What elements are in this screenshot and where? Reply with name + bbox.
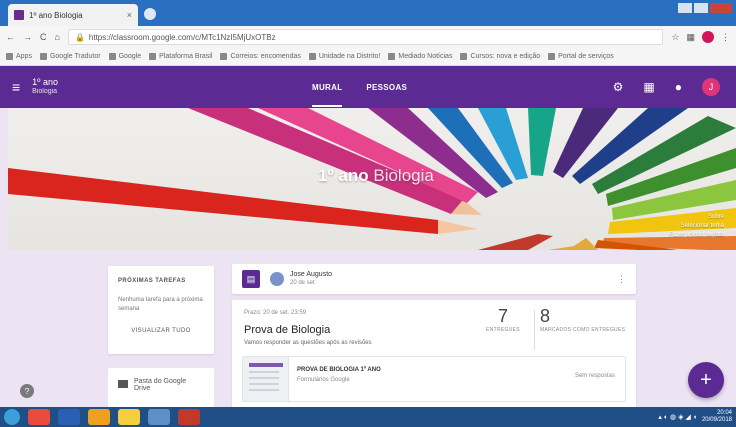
attached-form[interactable]: PROVA DE BIOLOGIA 1º ANO Formulários Goo… (242, 356, 626, 402)
system-tray: ▴ ◐ ◍ ◈ ◢ ◖ 20:04 20/09/2018 (658, 410, 732, 424)
bookmark-item[interactable]: Mediado Notícias (388, 53, 452, 60)
settings-icon[interactable]: ⚙ (613, 80, 624, 94)
menu-kebab-icon[interactable]: ⋮ (721, 32, 730, 43)
minimize-button[interactable] (678, 3, 692, 13)
url-text: https://classroom.google.com/c/MTc1NzI5M… (88, 32, 276, 42)
address-toolbar: ← → C ⌂ 🔒 https://classroom.google.com/c… (0, 26, 736, 48)
window-controls (678, 3, 732, 13)
assignment-description: Vamos responder as questões após as revi… (244, 340, 372, 346)
forward-icon[interactable]: → (23, 32, 32, 42)
assignment-title[interactable]: Prova de Biologia (244, 324, 330, 336)
bookmarks-bar: Apps Google Tradutor Google Plataforma B… (0, 48, 736, 66)
lock-icon: 🔒 (74, 32, 85, 42)
window-close-button[interactable] (710, 3, 732, 13)
user-avatar[interactable]: J (702, 78, 720, 96)
form-status: Sem respostas (574, 373, 615, 379)
bookmark-icon (39, 53, 47, 60)
bookmark-icon (308, 53, 316, 60)
form-thumbnail (243, 357, 289, 401)
classroom-favicon (14, 10, 24, 20)
browser-tabstrip: 1º ano Biologia × (0, 0, 736, 26)
extension-icon[interactable]: ▦ (686, 32, 695, 43)
help-icon[interactable]: ? (20, 384, 34, 398)
drive-folder-card[interactable]: Pasta do Google Drive (108, 368, 214, 408)
header-actions: ⚙ ▦ ● J (613, 78, 720, 96)
turned-in-stat[interactable]: 7 ENTREGUES (478, 306, 528, 333)
folder-taskbar-icon[interactable] (118, 409, 140, 425)
apps-grid-icon[interactable]: ▦ (643, 80, 654, 94)
stats-divider (534, 310, 535, 350)
class-banner: 1º ano Biologia Sobre Selecionar tema Fa… (8, 108, 736, 250)
add-fab-button[interactable]: + (688, 362, 724, 398)
word-taskbar-icon[interactable] (58, 409, 80, 425)
browser-tab[interactable]: 1º ano Biologia × (8, 4, 138, 26)
form-title: PROVA DE BIOLOGIA 1º ANO (297, 367, 381, 373)
star-icon[interactable]: ☆ (671, 32, 679, 43)
assignment-icon: ▤ (242, 270, 260, 288)
drive-folder-label: Pasta do Google Drive (133, 378, 187, 392)
browser-tab-title: 1º ano Biologia (29, 10, 83, 20)
upcoming-tasks-card: PRÓXIMAS TAREFAS Nenhuma tarefa para a p… (108, 266, 214, 354)
bookmark-icon (149, 53, 157, 60)
profile-avatar[interactable] (702, 31, 714, 43)
bookmark-icon (220, 53, 228, 60)
bookmark-icon (460, 53, 468, 60)
folder-icon (118, 380, 128, 388)
network-taskbar-icon[interactable] (148, 409, 170, 425)
assignment-card[interactable]: Prazo: 20 de set. 23:59 Prova de Biologi… (232, 300, 636, 410)
banner-title: 1º ano Biologia (318, 166, 434, 185)
tab-mural[interactable]: MURAL (312, 68, 343, 107)
bookmark-icon (548, 53, 556, 60)
classroom-header: ≡ 1º ano Biologia MURAL PESSOAS ⚙ ▦ ● J (0, 66, 736, 108)
windows-taskbar: ▴ ◐ ◍ ◈ ◢ ◖ 20:04 20/09/2018 (0, 407, 736, 427)
browser-taskbar-icon[interactable] (88, 409, 110, 425)
upload-photo-link[interactable]: Fazer upload de foto (669, 231, 724, 240)
assignment-due: Prazo: 20 de set. 23:59 (244, 310, 307, 316)
stream-post-header: ▤ Jose Augusto 20 de set ⋮ (232, 264, 636, 294)
apps-icon (6, 53, 13, 60)
bookmark-item[interactable]: Unidade na Distrito! (308, 53, 380, 60)
post-options-icon[interactable]: ⋮ (617, 274, 626, 285)
upcoming-heading: PRÓXIMAS TAREFAS (118, 278, 186, 284)
maximize-button[interactable] (694, 3, 708, 13)
tab-pessoas[interactable]: PESSOAS (366, 83, 407, 92)
bookmark-item[interactable]: Cursos: nova e edição (460, 53, 540, 60)
notifications-icon[interactable]: ● (675, 80, 682, 94)
bookmark-item[interactable]: Google Tradutor (39, 53, 101, 60)
clock[interactable]: 20:04 20/09/2018 (702, 410, 732, 424)
class-section: Biologia (32, 88, 58, 95)
new-tab-button[interactable] (144, 8, 156, 20)
reload-icon[interactable]: C (40, 32, 47, 42)
powerpoint-taskbar-icon[interactable] (178, 409, 200, 425)
bookmark-item[interactable]: Portal de serviços (548, 53, 614, 60)
post-author: Jose Augusto (290, 271, 333, 278)
chrome-taskbar-icon[interactable] (28, 409, 50, 425)
home-icon[interactable]: ⌂ (55, 32, 60, 42)
bookmark-icon (108, 53, 116, 60)
bookmark-item[interactable]: Plataforma Brasil (149, 53, 212, 60)
class-name: 1º ano (32, 77, 58, 87)
class-title[interactable]: 1º ano Biologia (32, 77, 58, 97)
view-all-button[interactable]: VISUALIZAR TUDO (118, 328, 204, 334)
menu-icon[interactable]: ≡ (12, 79, 20, 95)
select-theme-link[interactable]: Selecionar tema (669, 222, 724, 231)
back-icon[interactable]: ← (6, 32, 15, 42)
start-button[interactable] (4, 409, 20, 425)
marked-done-stat[interactable]: 8 MARCADOS COMO ENTREGUES (540, 306, 626, 333)
banner-about-link[interactable]: Sobre (669, 213, 724, 222)
url-bar[interactable]: 🔒 https://classroom.google.com/c/MTc1NzI… (67, 29, 664, 45)
bookmark-item[interactable]: Google (108, 53, 141, 60)
bookmark-icon (388, 53, 396, 60)
bookmark-item[interactable]: Apps (6, 53, 32, 60)
form-source: Formulários Google (297, 377, 350, 383)
post-date: 20 de set (290, 280, 315, 286)
close-tab-icon[interactable]: × (127, 10, 132, 20)
upcoming-text: Nenhuma tarefa para a próxima semana (118, 297, 203, 312)
tray-icons[interactable]: ▴ ◐ ◍ ◈ ◢ ◖ (658, 413, 697, 421)
author-avatar (270, 272, 284, 286)
banner-links: Sobre Selecionar tema Fazer upload de fo… (669, 213, 724, 240)
bookmark-item[interactable]: Correios: encomendas (220, 53, 301, 60)
class-tabs: MURAL PESSOAS (312, 66, 407, 108)
